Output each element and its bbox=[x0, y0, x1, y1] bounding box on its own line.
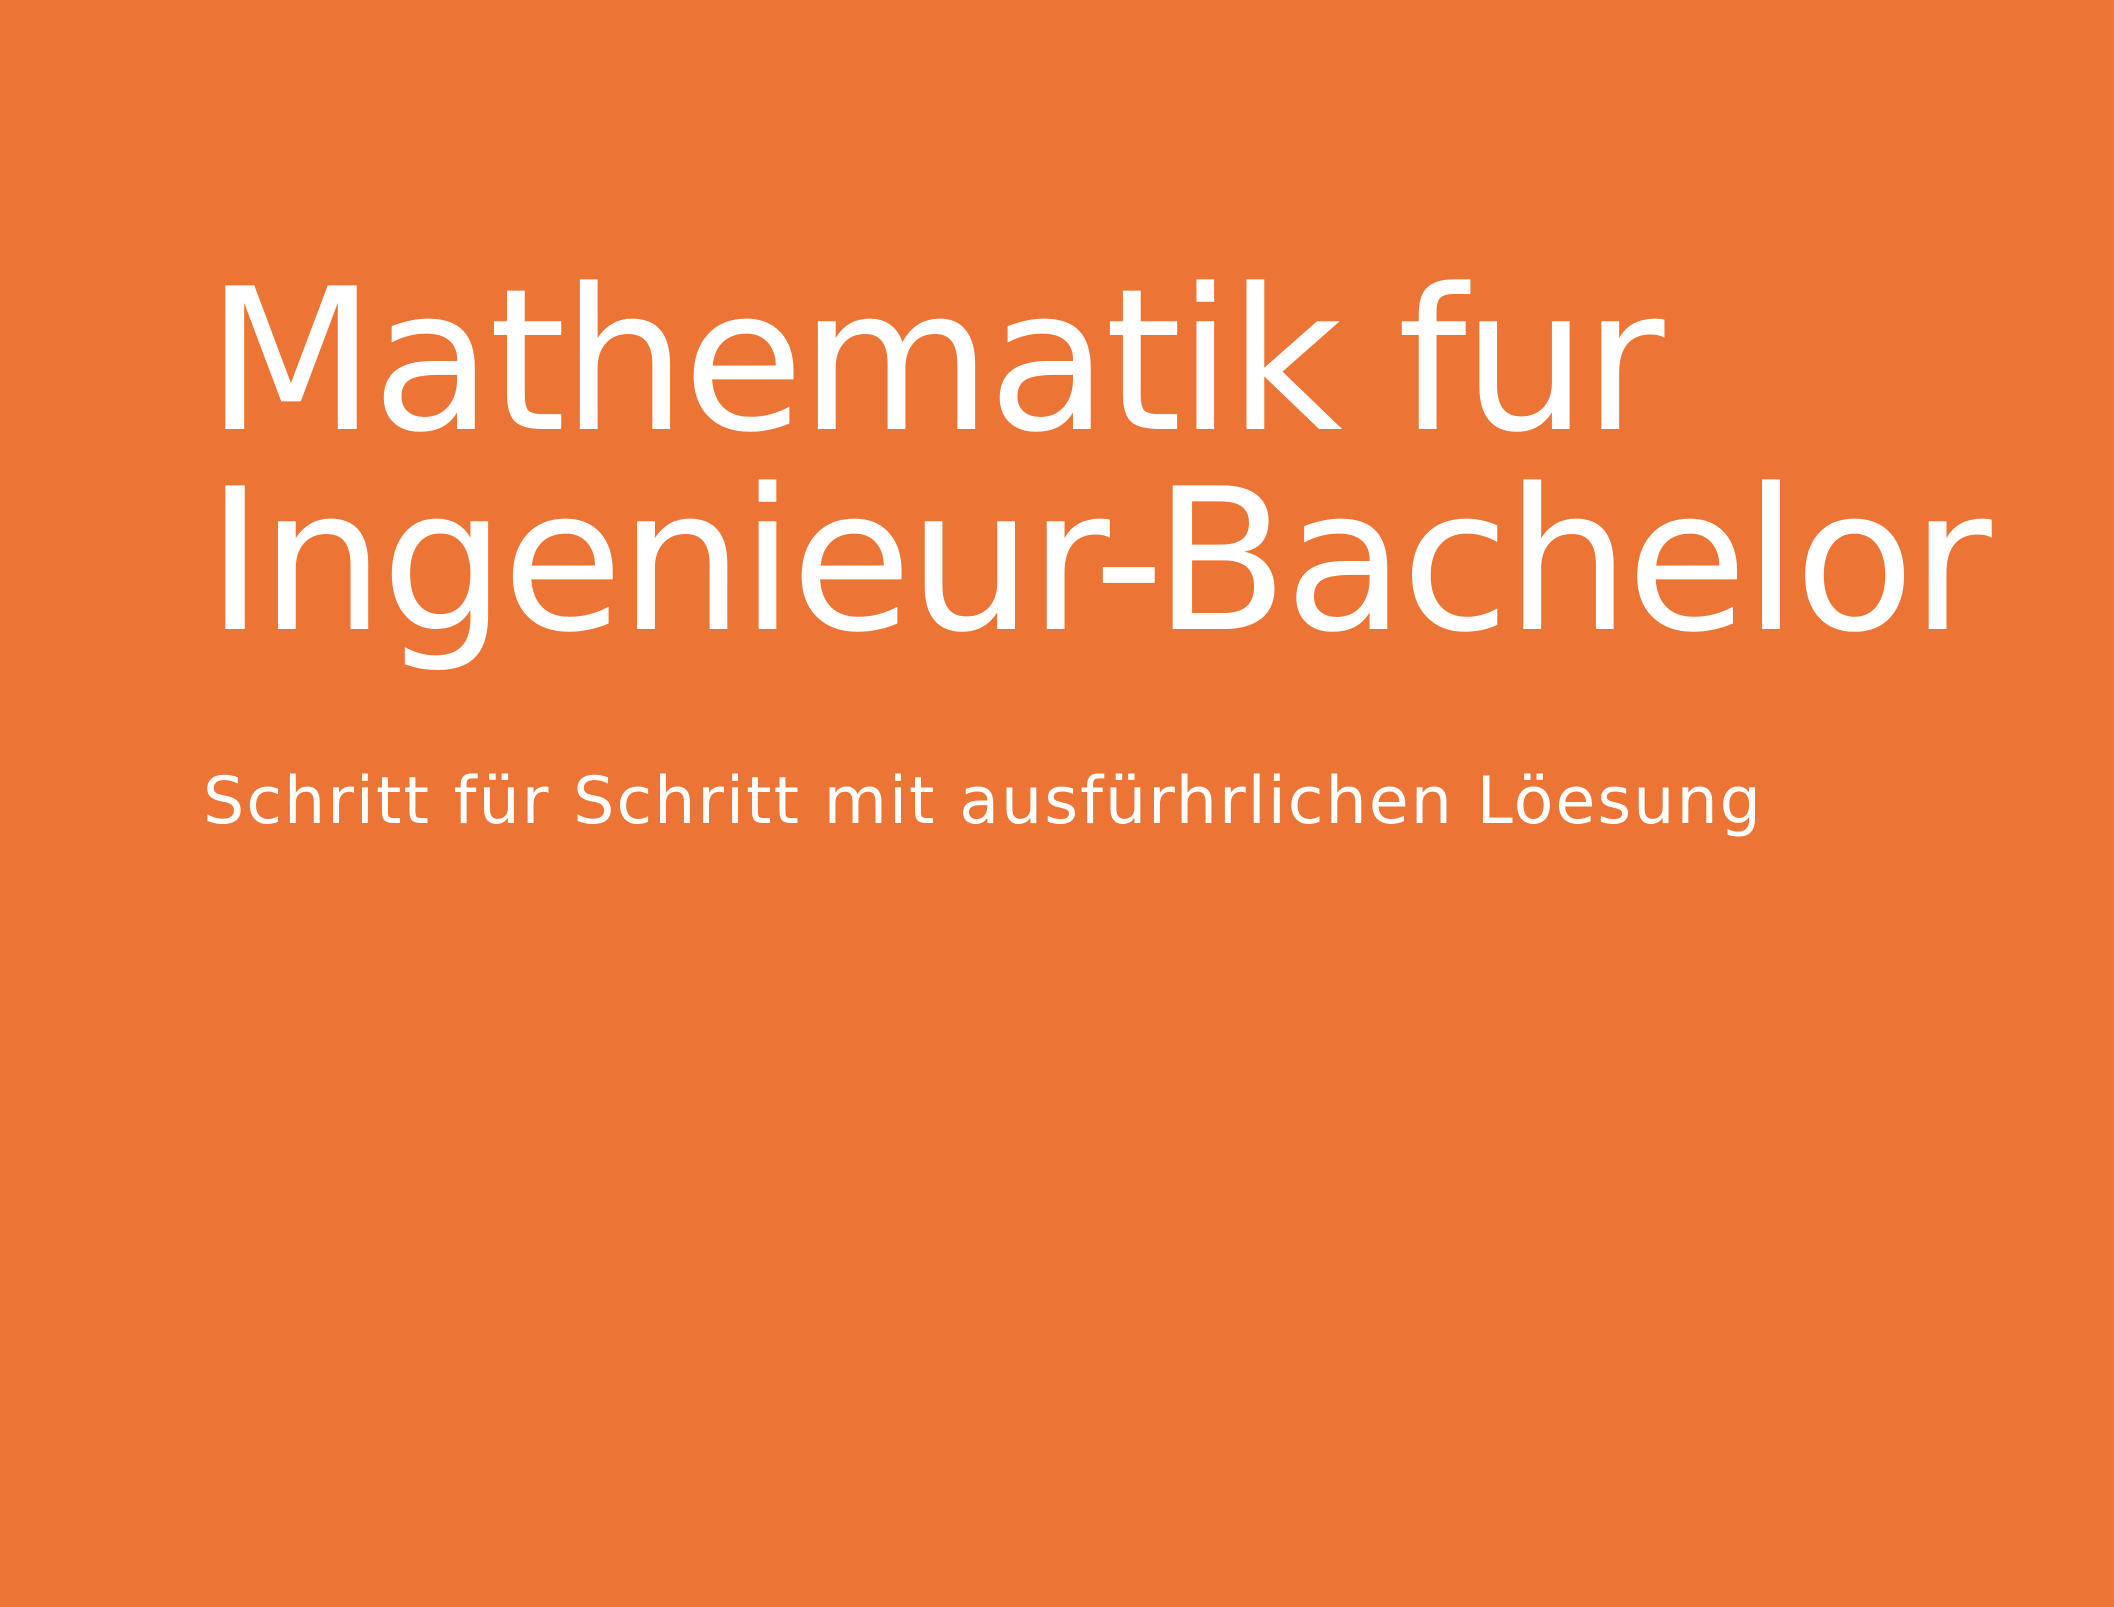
book-cover: Mathematik fur Ingenieur-Bachelor Schrit… bbox=[0, 0, 2114, 1607]
cover-title-line-1: Mathematik fur bbox=[206, 247, 1664, 476]
cover-title: Mathematik fur Ingenieur-Bachelor bbox=[206, 247, 1992, 676]
cover-title-line-2: Ingenieur-Bachelor bbox=[206, 447, 1992, 676]
cover-subtitle: Schritt für Schritt mit ausfürhrlichen L… bbox=[203, 764, 1763, 839]
